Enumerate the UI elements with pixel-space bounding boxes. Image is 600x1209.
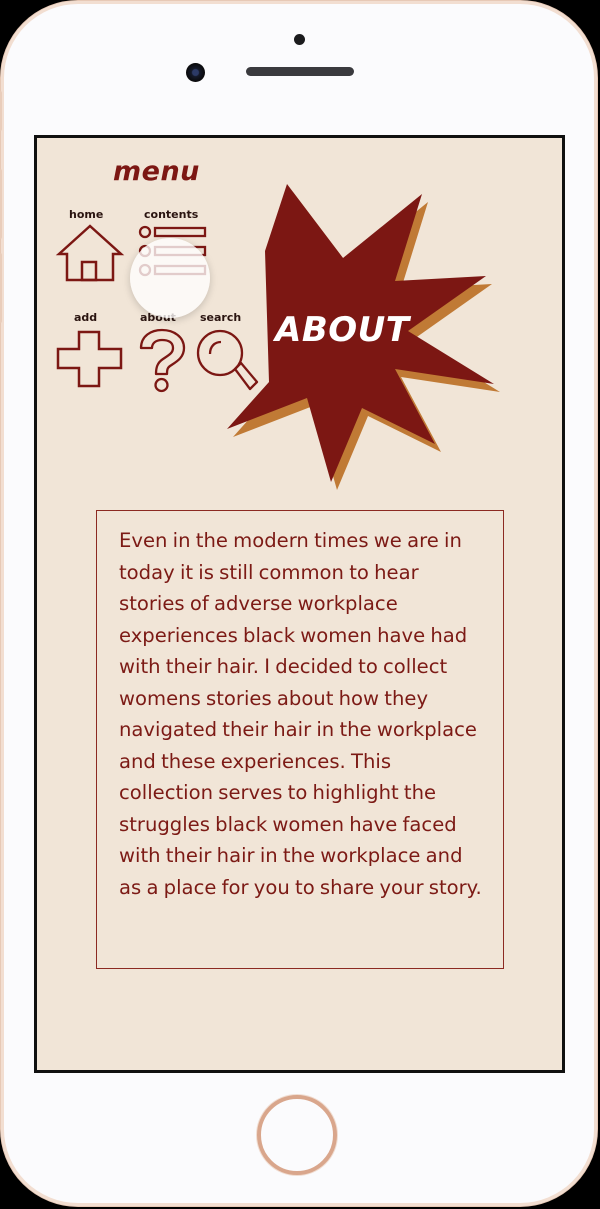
- about-text-box: Even in the modern times we are in today…: [96, 510, 504, 969]
- about-body-text: Even in the modern times we are in today…: [119, 529, 482, 899]
- side-button-volume-up: [0, 169, 2, 239]
- phone-frame: menu home contents add about search ABOU…: [0, 0, 598, 1207]
- menu-title: menu: [113, 156, 200, 187]
- app-screen: menu home contents add about search ABOU…: [34, 135, 565, 1073]
- home-button[interactable]: [257, 1095, 337, 1175]
- nav-label-add: add: [74, 311, 98, 324]
- nav-item-about[interactable]: about: [135, 308, 193, 394]
- earpiece-speaker: [246, 67, 354, 76]
- front-camera: [186, 63, 205, 82]
- nav-item-home[interactable]: home: [55, 208, 125, 288]
- nav-label-contents: contents: [144, 208, 199, 221]
- page-title: ABOUT: [275, 310, 410, 350]
- plus-icon: [56, 330, 123, 388]
- nav-item-add[interactable]: add: [55, 308, 125, 394]
- home-icon: [55, 224, 125, 282]
- proximity-sensor: [294, 34, 305, 45]
- side-button-volume-down: [0, 253, 2, 323]
- side-button-mute: [0, 91, 2, 131]
- question-mark-icon: [139, 328, 186, 393]
- nav-label-home: home: [69, 208, 104, 221]
- touch-indicator: [130, 238, 210, 318]
